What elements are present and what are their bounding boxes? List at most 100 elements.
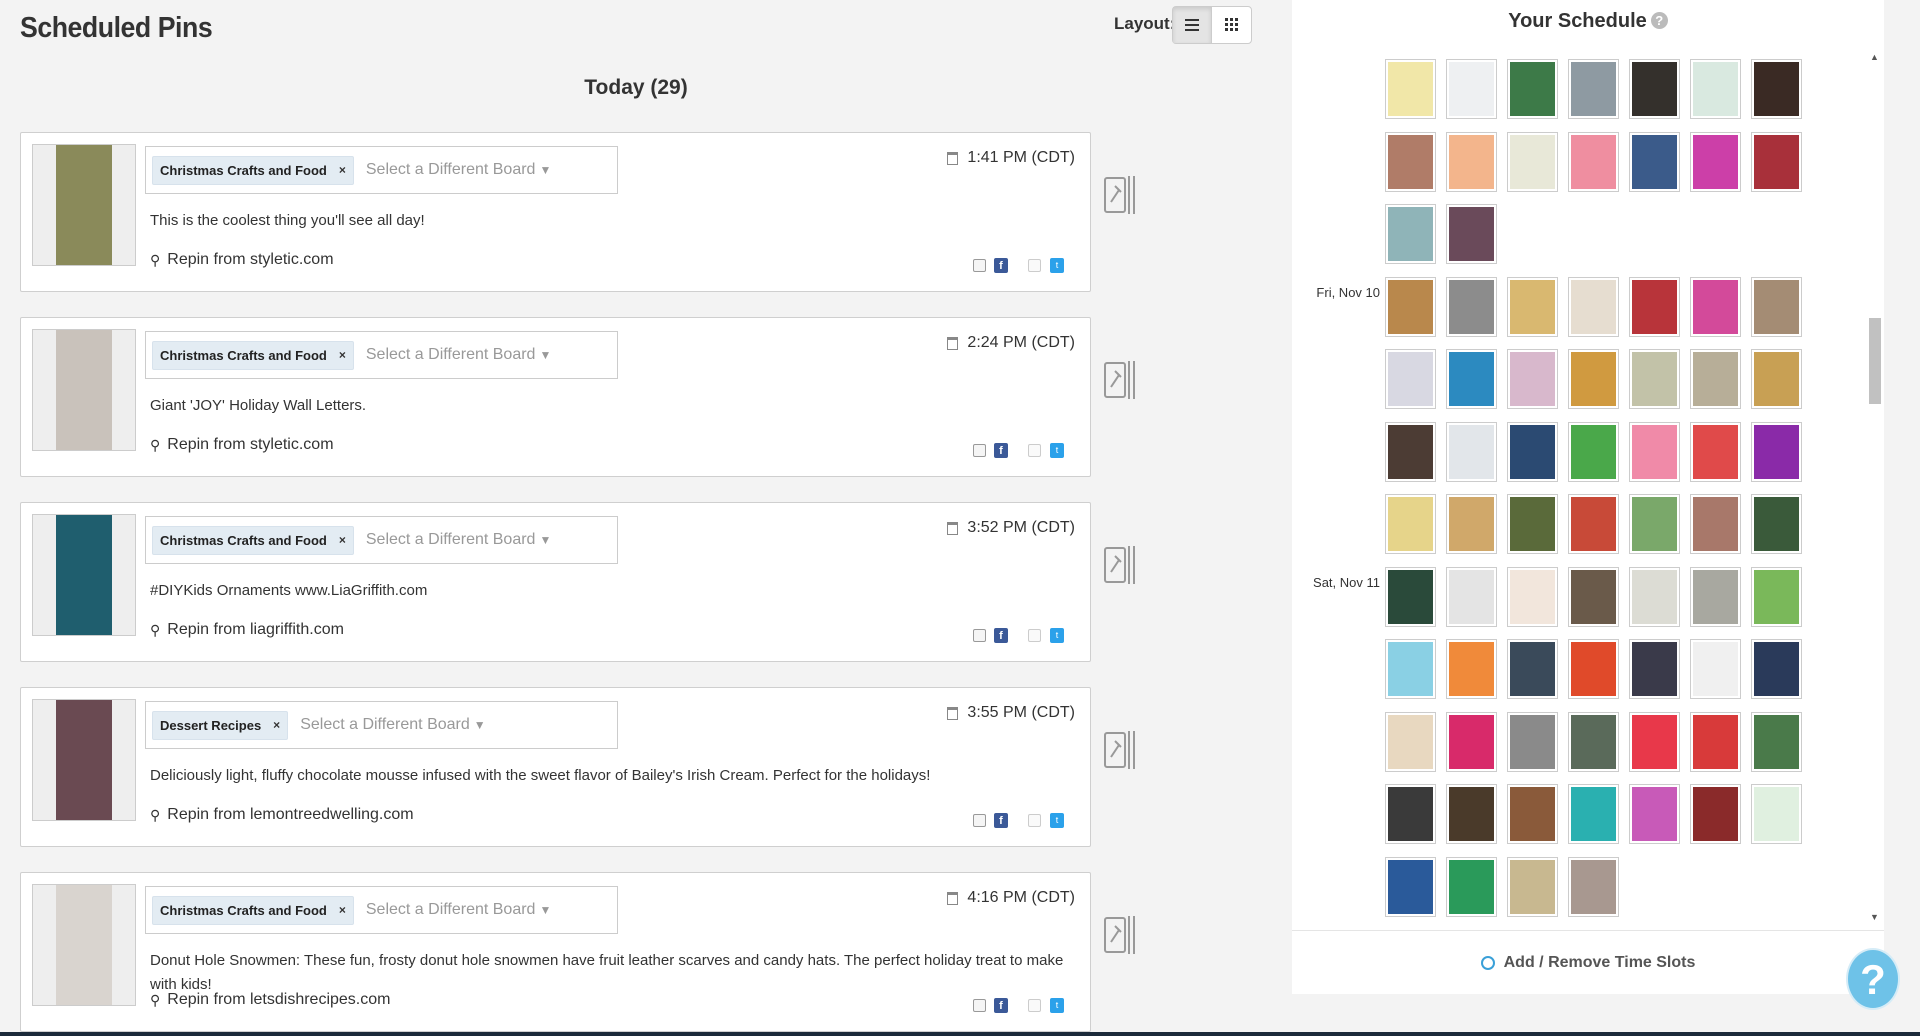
scheduled-pin-tile[interactable] [1690,131,1741,192]
scheduled-pin-tile[interactable] [1446,276,1497,337]
scheduled-pin-tile[interactable] [1568,856,1619,917]
unschedule-pin-icon[interactable] [1103,727,1139,773]
scheduled-pin-tile[interactable] [1629,59,1680,119]
scheduled-pin-tile[interactable] [1751,131,1802,192]
scheduled-pin-tile[interactable] [1629,276,1680,337]
scheduled-pin-tile[interactable] [1385,856,1436,917]
scheduled-pin-tile[interactable] [1568,59,1619,119]
unschedule-pin-icon[interactable] [1103,542,1139,588]
scheduled-pin-tile[interactable] [1568,566,1619,627]
scheduled-pin-tile[interactable] [1385,639,1436,699]
scheduled-pin-tile[interactable] [1751,494,1802,554]
scheduled-pin-tile[interactable] [1385,421,1436,482]
scheduled-pin-tile[interactable] [1751,276,1802,337]
pin-thumbnail[interactable] [32,329,136,451]
facebook-share-checkbox[interactable] [973,629,986,642]
help-button[interactable]: ? [1846,948,1900,1010]
pin-description[interactable]: Deliciously light, fluffy chocolate mous… [150,764,1070,788]
board-placeholder[interactable]: Select a Different Board ▼ [366,346,551,364]
add-remove-time-slots-button[interactable]: Add / Remove Time Slots [1480,954,1695,972]
scheduled-pin-tile[interactable] [1629,639,1680,699]
scheduled-pin-tile[interactable] [1690,276,1741,337]
scheduled-pin-tile[interactable] [1507,639,1558,699]
pin-time[interactable]: 4:16 PM (CDT) [947,889,1075,907]
scheduled-pin-tile[interactable] [1446,349,1497,409]
scheduled-pin-tile[interactable] [1385,711,1436,772]
scheduled-pin-tile[interactable] [1446,711,1497,772]
scheduled-pin-tile[interactable] [1446,59,1497,119]
facebook-share-checkbox[interactable] [973,444,986,457]
scheduled-pin-tile[interactable] [1751,349,1802,409]
scheduled-pin-tile[interactable] [1690,639,1741,699]
pin-description[interactable]: #DIYKids Ornaments www.LiaGriffith.com [150,579,1070,603]
scheduled-pin-tile[interactable] [1507,59,1558,119]
scheduled-pin-tile[interactable] [1690,566,1741,627]
scheduled-pin-tile[interactable] [1446,784,1497,844]
scheduled-pin-tile[interactable] [1629,566,1680,627]
pin-time[interactable]: 3:55 PM (CDT) [947,704,1075,722]
board-placeholder[interactable]: Select a Different Board ▼ [366,531,551,549]
scheduled-pin-tile[interactable] [1751,639,1802,699]
remove-board-icon[interactable]: × [339,163,346,177]
scheduled-pin-tile[interactable] [1385,276,1436,337]
unschedule-pin-icon[interactable] [1103,172,1139,218]
scheduled-pin-tile[interactable] [1446,131,1497,192]
board-placeholder[interactable]: Select a Different Board ▼ [366,161,551,179]
pin-time[interactable]: 3:52 PM (CDT) [947,519,1075,537]
scheduled-pin-tile[interactable] [1751,59,1802,119]
scheduled-pin-tile[interactable] [1568,131,1619,192]
scheduled-pin-tile[interactable] [1629,784,1680,844]
board-select[interactable]: Christmas Crafts and Food × Select a Diff… [145,516,618,564]
scheduled-pin-tile[interactable] [1629,349,1680,409]
scheduled-pin-tile[interactable] [1568,639,1619,699]
remove-board-icon[interactable]: × [339,533,346,547]
pin-time[interactable]: 1:41 PM (CDT) [947,149,1075,167]
list-view-button[interactable] [1173,7,1213,43]
scheduled-pin-tile[interactable] [1751,784,1802,844]
scheduled-pin-tile[interactable] [1629,494,1680,554]
twitter-share-checkbox[interactable] [1028,999,1041,1012]
scheduled-pin-tile[interactable] [1385,566,1436,627]
scheduled-pin-tile[interactable] [1568,276,1619,337]
board-select[interactable]: Christmas Crafts and Food × Select a Diff… [145,331,618,379]
scheduled-pin-tile[interactable] [1507,856,1558,917]
facebook-share-checkbox[interactable] [973,259,986,272]
board-select[interactable]: Christmas Crafts and Food × Select a Diff… [145,146,618,194]
scheduled-pin-tile[interactable] [1385,131,1436,192]
scheduled-pin-tile[interactable] [1751,711,1802,772]
scheduled-pin-tile[interactable] [1629,711,1680,772]
scheduled-pin-tile[interactable] [1385,59,1436,119]
board-select[interactable]: Dessert Recipes × Select a Different Boar… [145,701,618,749]
scheduled-pin-tile[interactable] [1568,494,1619,554]
scheduled-pin-tile[interactable] [1690,59,1741,119]
scheduled-pin-tile[interactable] [1507,421,1558,482]
grid-view-button[interactable] [1212,7,1251,43]
scheduled-pin-tile[interactable] [1568,349,1619,409]
scheduled-pin-tile[interactable] [1385,204,1436,264]
pin-description[interactable]: Donut Hole Snowmen: These fun, frosty do… [150,949,1070,997]
scheduled-pin-tile[interactable] [1690,421,1741,482]
pin-thumbnail[interactable] [32,884,136,1006]
pin-description[interactable]: This is the coolest thing you'll see all… [150,209,1070,233]
twitter-share-checkbox[interactable] [1028,444,1041,457]
pin-description[interactable]: Giant 'JOY' Holiday Wall Letters. [150,394,1070,418]
pin-thumbnail[interactable] [32,699,136,821]
board-select[interactable]: Christmas Crafts and Food × Select a Diff… [145,886,618,934]
remove-board-icon[interactable]: × [273,718,280,732]
scheduled-pin-tile[interactable] [1690,349,1741,409]
schedule-scrollbar[interactable]: ▲ ▼ [1868,50,1882,926]
scheduled-pin-tile[interactable] [1446,639,1497,699]
scheduled-pin-tile[interactable] [1446,856,1497,917]
unschedule-pin-icon[interactable] [1103,912,1139,958]
scheduled-pin-tile[interactable] [1568,784,1619,844]
scheduled-pin-tile[interactable] [1507,276,1558,337]
board-placeholder[interactable]: Select a Different Board ▼ [300,716,485,734]
board-placeholder[interactable]: Select a Different Board ▼ [366,901,551,919]
scheduled-pin-tile[interactable] [1507,566,1558,627]
help-icon[interactable]: ? [1650,12,1668,29]
scheduled-pin-tile[interactable] [1385,349,1436,409]
scheduled-pin-tile[interactable] [1507,131,1558,192]
scheduled-pin-tile[interactable] [1629,131,1680,192]
scheduled-pin-tile[interactable] [1385,784,1436,844]
scheduled-pin-tile[interactable] [1690,784,1741,844]
